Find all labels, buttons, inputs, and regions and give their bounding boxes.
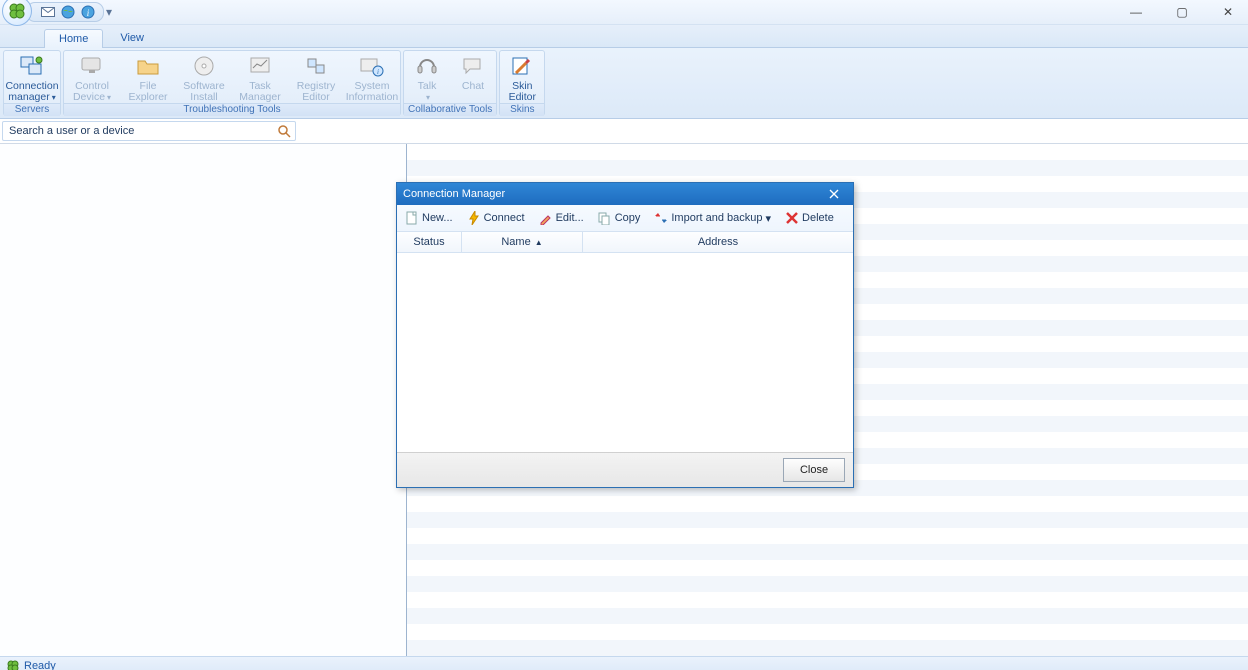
dialog-footer: Close <box>397 452 853 487</box>
ribbon-tab-strip: Home View <box>0 25 1248 48</box>
connection-manager-label: Connection manager▾ <box>5 81 58 103</box>
import-backup-button[interactable]: Import and backup ▾ <box>650 209 775 227</box>
ribbon-group-troubleshooting: Control Device▾ File Explorer Software I… <box>63 50 401 116</box>
ribbon-group-skins-label: Skins <box>500 103 544 116</box>
connection-manager-button[interactable]: Connection manager▾ <box>4 51 60 103</box>
task-manager-button[interactable]: Task Manager <box>232 51 288 103</box>
pencil-icon <box>539 211 553 225</box>
skin-editor-button[interactable]: Skin Editor <box>500 51 544 103</box>
file-explorer-label: File Explorer <box>128 81 167 103</box>
column-name[interactable]: Name ▲ <box>462 232 583 252</box>
minimize-button[interactable]: — <box>1122 2 1150 22</box>
folder-icon <box>134 53 162 79</box>
qat-info-icon[interactable]: i <box>81 5 95 19</box>
ribbon-group-collaborative: Talk▾ Chat Collaborative Tools <box>403 50 497 116</box>
system-info-icon: i <box>358 53 386 79</box>
dropdown-caret-icon: ▾ <box>766 212 772 225</box>
chat-label: Chat <box>462 81 484 92</box>
maximize-button[interactable]: ▢ <box>1168 2 1196 22</box>
search-box <box>2 121 296 141</box>
import-export-icon <box>654 211 668 225</box>
edit-button[interactable]: Edit... <box>535 209 588 227</box>
connection-list[interactable]: Status Name ▲ Address <box>397 232 853 452</box>
dialog-titlebar[interactable]: Connection Manager <box>397 183 853 205</box>
column-address[interactable]: Address <box>583 232 853 252</box>
delete-x-icon <box>785 211 799 225</box>
tab-home[interactable]: Home <box>44 29 103 48</box>
ribbon-group-skins: Skin Editor Skins <box>499 50 545 116</box>
close-button[interactable]: Close <box>783 458 845 482</box>
dialog-close-icon[interactable] <box>821 185 847 203</box>
registry-editor-button[interactable]: Registry Editor <box>288 51 344 103</box>
qat-mail-icon[interactable] <box>41 5 55 19</box>
delete-button[interactable]: Delete <box>781 209 838 227</box>
ribbon-group-servers: Connection manager▾ Servers <box>3 50 61 116</box>
document-new-icon <box>405 211 419 225</box>
close-window-button[interactable]: ✕ <box>1214 2 1242 22</box>
ribbon-group-collaborative-label: Collaborative Tools <box>404 103 496 116</box>
file-explorer-button[interactable]: File Explorer <box>120 51 176 103</box>
registry-icon <box>302 53 330 79</box>
status-bar: Ready <box>0 656 1248 670</box>
skin-editor-icon <box>508 53 536 79</box>
chat-icon <box>459 53 487 79</box>
left-panel <box>0 144 407 656</box>
qat-customize-dropdown[interactable]: ▾ <box>104 3 114 21</box>
search-icon[interactable] <box>277 124 291 138</box>
system-information-button[interactable]: i System Information <box>344 51 400 103</box>
task-manager-icon <box>246 53 274 79</box>
connection-manager-icon <box>18 53 46 79</box>
status-icon <box>6 659 20 670</box>
ribbon-group-troubleshooting-label: Troubleshooting Tools <box>64 103 400 116</box>
ribbon-group-servers-label: Servers <box>4 103 60 116</box>
ribbon: Connection manager▾ Servers Control Devi… <box>0 48 1248 119</box>
headset-icon <box>413 53 441 79</box>
lightning-icon <box>467 211 481 225</box>
control-device-icon <box>78 53 106 79</box>
chat-button[interactable]: Chat <box>450 51 496 92</box>
svg-text:i: i <box>377 68 379 76</box>
dialog-title: Connection Manager <box>403 188 505 200</box>
disc-icon <box>190 53 218 79</box>
new-button[interactable]: New... <box>401 209 457 227</box>
app-logo-icon <box>9 3 25 19</box>
connection-manager-dialog: Connection Manager New... Connect Edit..… <box>396 182 854 488</box>
status-text: Ready <box>24 660 56 670</box>
software-install-label: Software Install <box>183 81 224 103</box>
talk-button[interactable]: Talk▾ <box>404 51 450 103</box>
system-information-label: System Information <box>346 81 399 103</box>
app-menu-button[interactable] <box>2 0 32 26</box>
control-device-label: Control Device▾ <box>73 81 111 103</box>
search-strip <box>0 119 1248 144</box>
task-manager-label: Task Manager <box>239 81 280 103</box>
sort-ascending-icon: ▲ <box>535 238 543 247</box>
list-header: Status Name ▲ Address <box>397 232 853 253</box>
qat-globe-icon[interactable] <box>61 5 75 19</box>
registry-editor-label: Registry Editor <box>297 81 336 103</box>
copy-icon <box>598 211 612 225</box>
quick-access-toolbar: i <box>26 2 104 22</box>
talk-label: Talk▾ <box>418 81 437 103</box>
copy-button[interactable]: Copy <box>594 209 645 227</box>
skin-editor-label: Skin Editor <box>509 81 536 103</box>
app-titlebar: i ▾ — ▢ ✕ <box>0 0 1248 25</box>
control-device-button[interactable]: Control Device▾ <box>64 51 120 103</box>
search-input[interactable] <box>7 124 277 138</box>
tab-view[interactable]: View <box>105 28 159 47</box>
window-controls: — ▢ ✕ <box>1122 2 1248 22</box>
connect-button[interactable]: Connect <box>463 209 529 227</box>
column-status[interactable]: Status <box>397 232 462 252</box>
software-install-button[interactable]: Software Install <box>176 51 232 103</box>
dialog-toolbar: New... Connect Edit... Copy Import and b… <box>397 205 853 232</box>
